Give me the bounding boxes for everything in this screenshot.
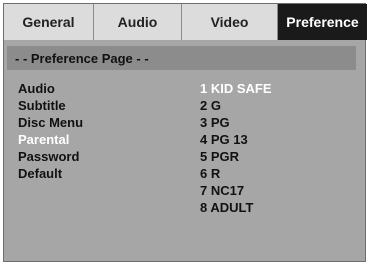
page-title: - - Preference Page - -: [7, 46, 356, 70]
menu-item-parental[interactable]: Parental: [18, 131, 168, 148]
preference-menu: Audio Subtitle Disc Menu Parental Passwo…: [18, 80, 168, 182]
tab-general[interactable]: General: [4, 4, 94, 40]
option-pgr[interactable]: 5 PGR: [200, 148, 350, 165]
option-kid-safe[interactable]: 1 KID SAFE: [200, 80, 350, 97]
menu-item-default[interactable]: Default: [18, 165, 168, 182]
parental-options-list: 1 KID SAFE 2 G 3 PG 4 PG 13 5 PGR 6 R 7 …: [200, 80, 350, 216]
option-adult[interactable]: 8 ADULT: [200, 199, 350, 216]
option-nc17[interactable]: 7 NC17: [200, 182, 350, 199]
tab-audio[interactable]: Audio: [94, 4, 182, 40]
tab-video[interactable]: Video: [182, 4, 278, 40]
menu-item-subtitle[interactable]: Subtitle: [18, 97, 168, 114]
option-pg13[interactable]: 4 PG 13: [200, 131, 350, 148]
tab-bar: General Audio Video Preference: [4, 4, 367, 40]
menu-item-password[interactable]: Password: [18, 148, 168, 165]
menu-item-audio[interactable]: Audio: [18, 80, 168, 97]
option-pg[interactable]: 3 PG: [200, 114, 350, 131]
menu-item-disc-menu[interactable]: Disc Menu: [18, 114, 168, 131]
tab-preference[interactable]: Preference: [278, 4, 367, 40]
option-r[interactable]: 6 R: [200, 165, 350, 182]
option-g[interactable]: 2 G: [200, 97, 350, 114]
